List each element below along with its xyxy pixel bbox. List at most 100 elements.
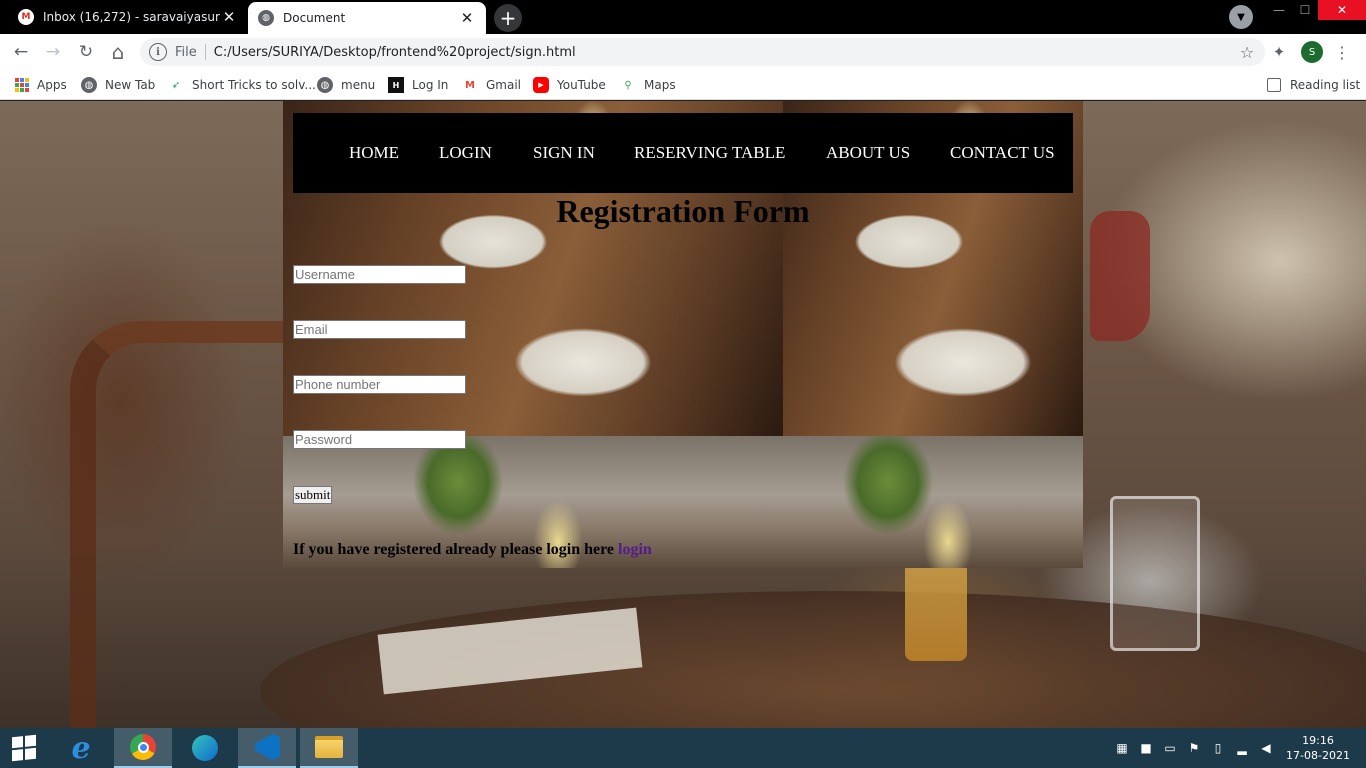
new-tab-button[interactable]: + <box>494 4 522 32</box>
tab-document[interactable]: ◍ Document ✕ <box>248 2 486 34</box>
volume-icon[interactable]: ◀ <box>1259 741 1273 755</box>
extensions-icon[interactable]: ✦ <box>1269 42 1289 62</box>
display-icon[interactable]: ■ <box>1139 741 1153 755</box>
bookmark-label: Apps <box>37 78 67 92</box>
close-tab-icon[interactable]: ✕ <box>458 9 476 27</box>
reload-icon[interactable]: ↻ <box>74 40 98 64</box>
internet-explorer-icon: e <box>71 730 91 766</box>
reading-list-button[interactable]: Reading list <box>1267 75 1360 95</box>
flag-icon[interactable]: ⚑ <box>1187 741 1201 755</box>
windows-logo-icon <box>12 734 36 762</box>
taskbar-file-explorer[interactable] <box>300 728 358 768</box>
bookmark-short-tricks[interactable]: ➶ Short Tricks to solv... <box>168 75 316 95</box>
tab-title: Inbox (16,272) - saravaiyasurya@ <box>43 10 220 24</box>
submit-button[interactable]: submit <box>293 486 333 504</box>
back-icon[interactable]: ← <box>9 40 33 64</box>
monitor-icon[interactable]: ▭ <box>1163 741 1177 755</box>
clock-time: 19:16 <box>1302 734 1334 747</box>
nav-reserving-table[interactable]: RESERVING TABLE <box>634 143 785 163</box>
background-bottle <box>905 556 967 661</box>
network-icon[interactable]: ▂ <box>1235 741 1249 755</box>
start-button[interactable] <box>0 728 48 768</box>
background-glass <box>1110 496 1200 651</box>
url-text[interactable]: C:/Users/SURIYA/Desktop/frontend%20proje… <box>214 45 1235 60</box>
email-input[interactable] <box>293 320 466 339</box>
main-nav: HOME LOGIN SIGN IN RESERVING TABLE ABOUT… <box>293 113 1073 193</box>
globe-icon: ◍ <box>258 10 274 26</box>
chrome-icon <box>130 734 156 760</box>
divider <box>204 44 206 60</box>
battery-icon[interactable]: ▯ <box>1211 741 1225 755</box>
close-tab-icon[interactable]: ✕ <box>220 8 238 26</box>
password-input[interactable] <box>293 430 466 449</box>
rocket-icon: ➶ <box>171 79 181 91</box>
menu-icon[interactable]: ⋮ <box>1334 40 1350 64</box>
site-container: HOME LOGIN SIGN IN RESERVING TABLE ABOUT… <box>283 101 1083 568</box>
phone-number-input[interactable] <box>293 375 466 394</box>
home-icon[interactable]: ⌂ <box>106 40 130 64</box>
globe-icon: ◍ <box>81 77 97 93</box>
login-link[interactable]: login <box>618 541 652 558</box>
forward-icon[interactable]: → <box>41 40 65 64</box>
background-decor <box>1090 211 1150 341</box>
bookmark-gmail[interactable]: M Gmail <box>462 75 521 95</box>
reading-list-icon <box>1267 78 1281 92</box>
bookmark-apps[interactable]: Apps <box>15 75 67 95</box>
bookmark-label: menu <box>341 78 376 92</box>
bookmark-label: Log In <box>412 78 449 92</box>
taskbar-vscode[interactable] <box>238 728 296 768</box>
language-icon[interactable]: ▦ <box>1115 741 1129 755</box>
taskbar: e ▦ ■ ▭ ⚑ ▯ ▂ ◀ 19:16 17-08-2021 <box>0 728 1366 768</box>
address-bar[interactable]: i File C:/Users/SURIYA/Desktop/frontend%… <box>140 38 1265 66</box>
nav-home[interactable]: HOME <box>349 143 399 163</box>
nav-login[interactable]: LOGIN <box>439 143 492 163</box>
gmail-icon: M <box>18 9 34 25</box>
tab-title: Document <box>283 11 346 25</box>
vscode-icon <box>254 734 280 760</box>
maps-icon: ⚲ <box>624 79 632 91</box>
taskbar-edge[interactable] <box>176 728 234 768</box>
page-viewport: HOME LOGIN SIGN IN RESERVING TABLE ABOUT… <box>0 101 1366 728</box>
browser-tab-strip: M Inbox (16,272) - saravaiyasurya@ ✕ ◍ D… <box>0 0 1366 34</box>
url-scheme: File <box>175 44 197 60</box>
bookmark-star-icon[interactable]: ☆ <box>1235 43 1259 62</box>
nav-about-us[interactable]: ABOUT US <box>826 143 910 163</box>
system-tray: ▦ ■ ▭ ⚑ ▯ ▂ ◀ <box>1110 728 1278 768</box>
taskbar-chrome[interactable] <box>114 728 172 768</box>
youtube-icon: ▶ <box>533 77 549 93</box>
profile-avatar[interactable]: S <box>1301 41 1323 63</box>
bookmark-maps[interactable]: ⚲ Maps <box>620 75 676 95</box>
close-window-button[interactable]: ✕ <box>1318 0 1366 20</box>
globe-icon: ◍ <box>317 77 333 93</box>
bookmark-label: Short Tricks to solv... <box>192 78 316 92</box>
bookmark-label: YouTube <box>557 78 606 92</box>
bookmark-log-in[interactable]: H Log In <box>388 75 448 95</box>
flowers-image <box>783 436 1083 568</box>
edge-icon <box>192 735 218 761</box>
clock-date: 17-08-2021 <box>1286 749 1350 762</box>
reading-list-label: Reading list <box>1290 78 1361 92</box>
nav-contact-us[interactable]: CONTACT US <box>950 143 1055 163</box>
login-icon: H <box>388 77 404 93</box>
bookmark-youtube[interactable]: ▶ YouTube <box>533 75 606 95</box>
bookmark-label: Maps <box>644 78 676 92</box>
username-input[interactable] <box>293 265 466 284</box>
bookmark-menu[interactable]: ◍ menu <box>317 75 375 95</box>
gmail-icon: M <box>465 79 475 91</box>
taskbar-internet-explorer[interactable]: e <box>52 728 110 768</box>
clock[interactable]: 19:16 17-08-2021 <box>1284 733 1352 763</box>
background-chair <box>70 321 300 728</box>
tab-inbox[interactable]: M Inbox (16,272) - saravaiyasurya@ ✕ <box>8 0 248 34</box>
file-explorer-icon <box>315 736 343 758</box>
nav-sign-in[interactable]: SIGN IN <box>533 143 595 163</box>
bookmark-new-tab[interactable]: ◍ New Tab <box>81 75 155 95</box>
bookmarks-bar: Apps ◍ New Tab ➶ Short Tricks to solv...… <box>0 70 1366 100</box>
tab-search-icon[interactable]: ▼ <box>1229 5 1253 29</box>
apps-grid-icon <box>15 78 29 92</box>
login-prompt: If you have registered already please lo… <box>293 541 652 559</box>
browser-toolbar: ← → ↻ ⌂ i File C:/Users/SURIYA/Desktop/f… <box>0 34 1366 70</box>
bookmark-label: Gmail <box>486 78 522 92</box>
bookmark-label: New Tab <box>105 78 156 92</box>
form-title: Registration Form <box>556 193 810 229</box>
site-info-icon[interactable]: i <box>149 43 167 61</box>
